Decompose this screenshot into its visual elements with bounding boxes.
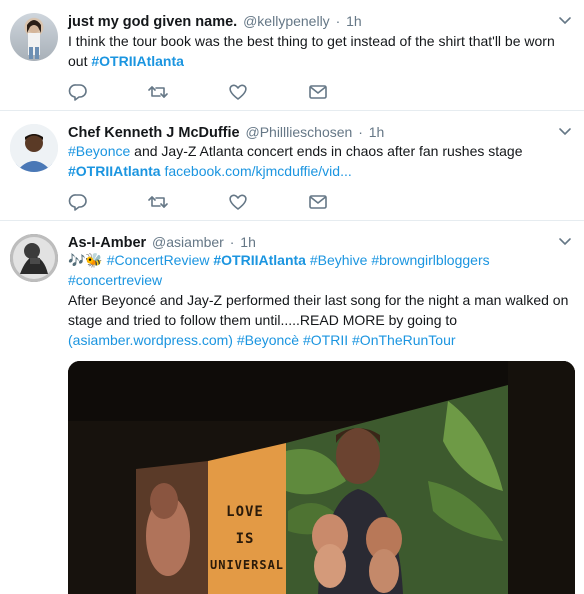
external-link[interactable]: (asiamber.wordpress.com)	[68, 332, 233, 348]
hashtag-link[interactable]: #browngirlbloggers	[371, 252, 489, 268]
hashtag-link[interactable]: #OTRIIAtlanta	[213, 252, 306, 268]
tweet-text-line: out #OTRIIAtlanta	[68, 51, 572, 71]
display-name[interactable]: Chef Kenneth J McDuffie	[68, 125, 240, 141]
separator: ·	[229, 234, 235, 250]
poster-text: LOVE	[226, 504, 264, 520]
tweet-text-line: stage and tried to follow them until....…	[68, 312, 458, 328]
tweet-text-line: (asiamber.wordpress.com) #Beyoncè #OTRII…	[68, 330, 572, 350]
direct-message-icon[interactable]	[308, 83, 330, 103]
tweet-text: #Beyonce and Jay-Z Atlanta concert ends …	[68, 141, 572, 181]
tweet[interactable]: just my god given name. @kellypenelly · …	[0, 0, 584, 111]
tweet-media-photo[interactable]: LOVE IS UNIVERSAL	[68, 361, 575, 594]
display-name[interactable]: As-I-Amber	[68, 235, 146, 251]
chevron-down-icon[interactable]	[558, 237, 572, 247]
separator: ·	[358, 124, 363, 140]
external-link[interactable]: facebook.com/kjmcduffie/vid...	[164, 163, 351, 179]
hashtag-link[interactable]: #Beyoncè	[237, 332, 299, 348]
tweet-text: I think the tour book was the best thing…	[68, 31, 572, 71]
reply-icon[interactable]	[68, 83, 90, 103]
tweet-header: just my god given name. @kellypenelly · …	[68, 11, 362, 31]
avatar[interactable]	[10, 124, 58, 172]
hashtag-link[interactable]: #OTRIIAtlanta	[68, 163, 161, 179]
heart-icon[interactable]	[228, 193, 250, 213]
display-name[interactable]: just my god given name.	[68, 14, 237, 30]
tweet-text-fragment: and Jay-Z Atlanta concert ends in chaos …	[130, 143, 523, 159]
separator: ·	[335, 13, 341, 29]
tweet-text-line: #concertreview	[68, 270, 572, 290]
tweet[interactable]: As-I-Amber @asiamber · 1h 🎶🐝 #ConcertRev…	[0, 221, 584, 594]
user-handle[interactable]: @Philllieschosen	[245, 124, 352, 140]
hashtag-link[interactable]: #OnTheRunTour	[352, 332, 456, 348]
tweet-text-line: After Beyoncé and Jay-Z performed their …	[68, 292, 569, 308]
chevron-down-icon[interactable]	[558, 127, 572, 137]
tweet-header: Chef Kenneth J McDuffie @Philllieschosen…	[68, 122, 384, 142]
tweet-text-line: I think the tour book was the best thing…	[68, 33, 555, 49]
hashtag-link[interactable]: #Beyhive	[310, 252, 368, 268]
user-handle[interactable]: @kellypenelly	[243, 13, 330, 29]
avatar[interactable]	[10, 234, 58, 282]
timestamp[interactable]: 1h	[240, 234, 256, 250]
tweet-text-line: #Beyonce and Jay-Z Atlanta concert ends …	[68, 141, 572, 161]
tweet-actions	[68, 83, 368, 103]
tweet-actions	[68, 193, 368, 213]
retweet-icon[interactable]	[148, 193, 170, 213]
tweet[interactable]: Chef Kenneth J McDuffie @Philllieschosen…	[0, 111, 584, 221]
timestamp[interactable]: 1h	[369, 124, 385, 140]
hashtag-link[interactable]: #ConcertReview	[107, 252, 210, 268]
hashtag-link[interactable]: #OTRIIAtlanta	[91, 53, 184, 69]
hashtag-link[interactable]: #Beyonce	[68, 143, 130, 159]
heart-icon[interactable]	[228, 83, 250, 103]
user-handle[interactable]: @asiamber	[152, 234, 224, 250]
tweet-text: 🎶🐝 #ConcertReview #OTRIIAtlanta #Beyhive…	[68, 250, 572, 350]
chevron-down-icon[interactable]	[558, 16, 572, 26]
avatar[interactable]	[10, 13, 58, 61]
tweet-text-line: #OTRIIAtlanta facebook.com/kjmcduffie/vi…	[68, 161, 572, 181]
poster-text: UNIVERSAL	[210, 558, 285, 572]
tweet-header: As-I-Amber @asiamber · 1h	[68, 232, 256, 252]
emoji: 🎶🐝	[68, 252, 103, 268]
tweet-text-line: 🎶🐝 #ConcertReview #OTRIIAtlanta #Beyhive…	[68, 250, 572, 270]
concert-photo	[68, 361, 575, 594]
hashtag-link[interactable]: #OTRII	[303, 332, 348, 348]
reply-icon[interactable]	[68, 193, 90, 213]
hashtag-link[interactable]: #concertreview	[68, 272, 162, 288]
retweet-icon[interactable]	[148, 83, 170, 103]
timestamp[interactable]: 1h	[346, 13, 362, 29]
poster-text: IS	[235, 531, 255, 547]
tweet-text-fragment: out	[68, 53, 92, 69]
direct-message-icon[interactable]	[308, 193, 330, 213]
